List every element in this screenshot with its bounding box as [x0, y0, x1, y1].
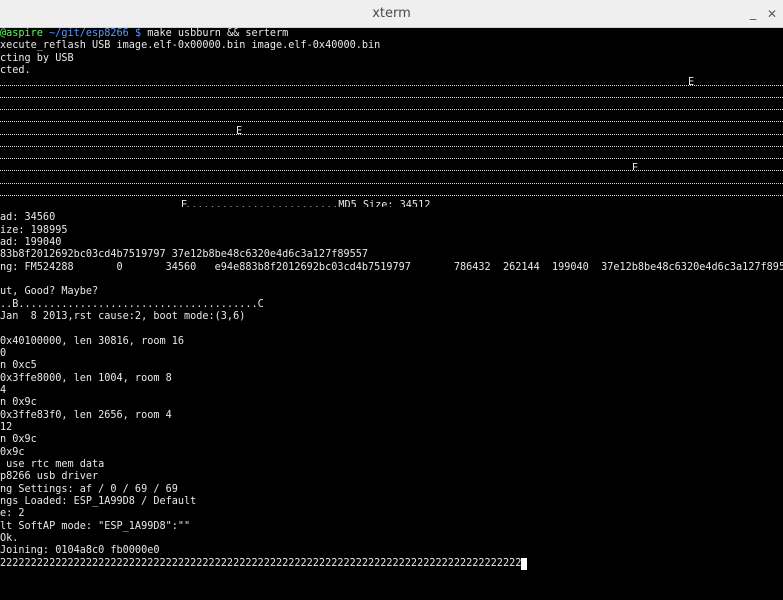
output-line: Joining: 0104a8c0 fb0000e0	[0, 545, 160, 557]
progress-dots-row	[0, 102, 783, 111]
output-line: 0	[0, 348, 7, 360]
output-line: n 0x9c	[0, 397, 37, 409]
progress-dots-row	[0, 114, 783, 123]
progress-dots-row	[0, 188, 783, 197]
progress-dots-row	[0, 176, 783, 184]
prompt-command: make usbburn && serterm	[147, 28, 289, 39]
progress-marker: E	[632, 163, 639, 172]
output-line: lt SoftAP mode: "ESP_1A99D8":""	[0, 520, 191, 532]
title-bar[interactable]: xterm _ ✕	[0, 0, 783, 28]
output-line: use rtc mem data	[0, 458, 105, 470]
output-line: 0x9c	[0, 446, 25, 458]
output-line: xecute_reflash USB image.elf-0x00000.bin…	[0, 40, 381, 52]
xterm-window: xterm _ ✕ @aspire ~/git/esp8266 $ make u…	[0, 0, 783, 600]
prompt-line: @aspire ~/git/esp8266 $ make usbburn && …	[0, 28, 783, 40]
progress-dots-row	[0, 151, 783, 160]
minimize-button[interactable]: _	[745, 0, 761, 28]
progress-dots-row: E	[0, 126, 783, 135]
output-line: Jan 8 2013,rst cause:2, boot mode:(3,6)	[0, 311, 246, 323]
output-line: 0x40100000, len 30816, room 16	[0, 335, 185, 347]
terminal-area[interactable]: @aspire ~/git/esp8266 $ make usbburn && …	[0, 28, 783, 600]
progress-dots-row	[0, 139, 783, 147]
prompt-host: @aspire	[0, 28, 43, 39]
output-line: Ok.	[0, 532, 19, 544]
output-line: ..B.....................................…	[0, 298, 264, 310]
output-line: cting by USB	[0, 52, 74, 64]
output-line: 4	[0, 385, 7, 396]
output-line: 83b8f2012692bc03cd4b7519797 37e12b8be48c…	[0, 249, 369, 261]
output-line: ad: 34560	[0, 212, 56, 224]
progress-dots-row: E .........................MD5 Size: 3451…	[0, 200, 783, 208]
progress-dots-row	[0, 90, 783, 98]
output-line: n 0xc5	[0, 360, 37, 372]
output-line: ize: 198995	[0, 224, 68, 236]
output-line: ad: 199040	[0, 237, 62, 249]
output-line: n 0x9c	[0, 434, 37, 446]
terminal-output: @aspire ~/git/esp8266 $ make usbburn && …	[0, 28, 783, 600]
window-title: xterm	[372, 6, 411, 21]
md5-size-text: .........................MD5 Size: 34512	[185, 200, 431, 209]
output-line: 0x3ffe8000, len 1004, room 8	[0, 372, 172, 384]
output-line: 12	[0, 421, 13, 433]
text-cursor	[521, 557, 528, 570]
close-button[interactable]: ✕	[764, 0, 780, 28]
prompt-symbol: $	[134, 28, 142, 39]
output-line: ut, Good? Maybe?	[0, 286, 99, 298]
output-line-last: 2222222222222222222222222222222222222222…	[0, 557, 783, 570]
prompt-path: ~/git/esp8266	[49, 28, 129, 39]
output-line: ngs Loaded: ESP_1A99D8 / Default	[0, 495, 197, 507]
output-line: 0x3ffe83f0, len 2656, room 4	[0, 409, 172, 421]
output-line: p8266 usb driver	[0, 471, 99, 483]
output-line: ng: FM524288 0 34560 e94e883b8f2012692bc…	[0, 261, 783, 273]
progress-dots-row: E	[0, 163, 783, 172]
progress-dots-row: E	[0, 77, 783, 86]
progress-dots	[0, 200, 181, 207]
output-line: cted.	[0, 64, 31, 76]
output-line: ng Settings: af / 0 / 69 / 69	[0, 483, 178, 495]
output-line: e: 2	[0, 508, 25, 520]
progress-marker: E	[236, 126, 243, 135]
progress-marker: E	[688, 77, 695, 86]
